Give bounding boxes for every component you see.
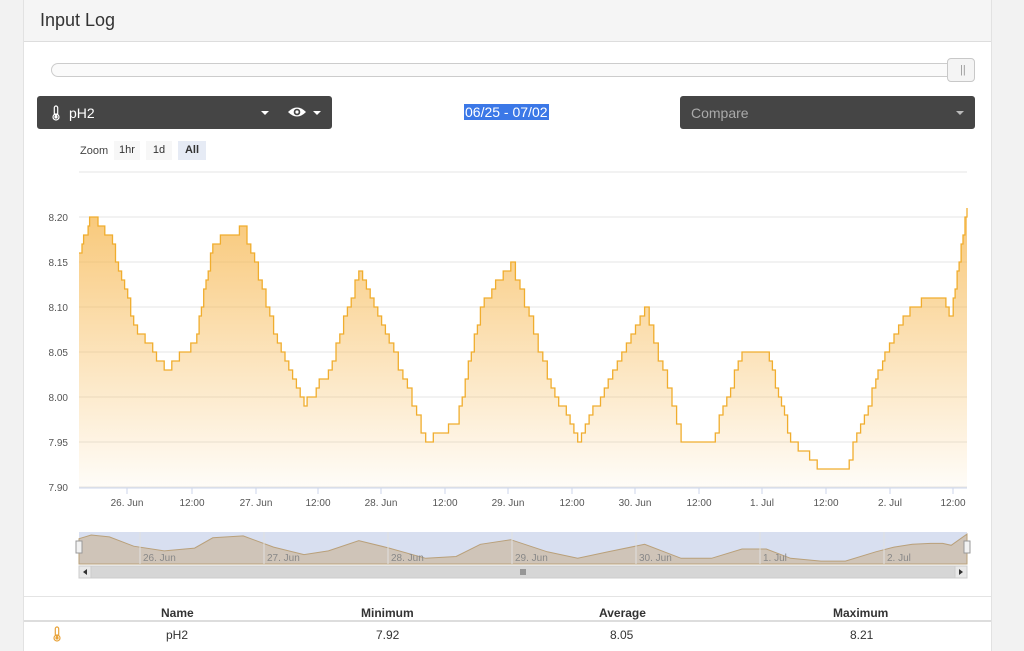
chevron-down-icon — [956, 111, 964, 115]
navigator-label: 2. Jul — [887, 553, 911, 564]
x-tick-label: 27. Jun — [240, 498, 273, 509]
col-header-name: Name — [161, 606, 194, 620]
navigator-label: 1. Jul — [763, 553, 787, 564]
date-range-slider-handle[interactable]: || — [947, 58, 975, 82]
grip-icon: || — [960, 64, 966, 76]
date-range-label[interactable]: 06/25 - 07/02 — [464, 104, 549, 120]
x-tick-label: 12:00 — [432, 498, 457, 509]
x-tick-label: 12:00 — [305, 498, 330, 509]
x-tick-label: 12:00 — [559, 498, 584, 509]
y-tick-label: 7.90 — [49, 483, 69, 494]
compare-placeholder: Compare — [691, 105, 749, 121]
thermometer-icon — [52, 105, 60, 121]
x-tick-label: 12:00 — [179, 498, 204, 509]
y-tick-label: 8.20 — [49, 213, 69, 224]
x-tick-label: 2. Jul — [878, 498, 902, 509]
y-tick-label: 8.15 — [49, 258, 69, 269]
col-header-maximum: Maximum — [833, 606, 889, 620]
panel-header: Input Log — [24, 0, 991, 42]
chevron-down-icon — [261, 111, 269, 115]
x-tick-label: 1. Jul — [750, 498, 774, 509]
zoom-1hr-button[interactable]: 1hr — [114, 141, 140, 160]
row-name: pH2 — [166, 628, 189, 642]
x-tick-label: 30. Jun — [619, 498, 652, 509]
input-log-panel: Input Log || pH2 06/25 - 07/02 Compare Z… — [23, 0, 992, 651]
row-average: 8.05 — [610, 628, 634, 642]
date-range-slider-track[interactable] — [51, 63, 975, 77]
navigator-label: 30. Jun — [639, 553, 672, 564]
compare-dropdown[interactable]: Compare — [680, 96, 975, 129]
zoom-all-button[interactable]: All — [178, 141, 206, 160]
table-header-separator — [24, 620, 991, 622]
zoom-1d-button[interactable]: 1d — [146, 141, 172, 160]
col-header-average: Average — [599, 606, 646, 620]
zoom-label: Zoom — [80, 145, 109, 157]
y-tick-label: 8.10 — [49, 303, 69, 314]
navigator-handle-left — [75, 540, 83, 554]
input-select-dropdown[interactable]: pH2 — [37, 96, 332, 129]
page-title: Input Log — [40, 10, 116, 30]
x-tick-label: 12:00 — [940, 498, 965, 509]
y-tick-label: 8.00 — [49, 393, 69, 404]
ph-chart[interactable]: 8.20 8.15 8.10 8.05 8.00 7.95 7.90 26. Jun 12:00… — [24, 165, 991, 515]
x-tick-label: 26. Jun — [111, 498, 144, 509]
col-header-minimum: Minimum — [361, 606, 414, 620]
row-maximum: 8.21 — [850, 628, 874, 642]
chart-navigator[interactable]: 26. Jun 27. Jun 28. Jun 29. Jun 30. Jun 1. Ju… — [24, 530, 991, 582]
navigator-handle-right — [963, 540, 971, 554]
navigator-label: 26. Jun — [143, 553, 176, 564]
row-minimum: 7.92 — [376, 628, 400, 642]
visibility-chevron-down-icon — [313, 111, 321, 115]
eye-icon[interactable] — [287, 102, 307, 127]
y-tick-label: 8.05 — [49, 348, 69, 359]
x-tick-label: 28. Jun — [365, 498, 398, 509]
navigator-label: 29. Jun — [515, 553, 548, 564]
thermometer-icon — [53, 626, 61, 642]
x-tick-label: 12:00 — [813, 498, 838, 509]
navigator-label: 27. Jun — [267, 553, 300, 564]
table-top-border — [24, 596, 991, 597]
x-tick-label: 29. Jun — [492, 498, 525, 509]
navigator-label: 28. Jun — [391, 553, 424, 564]
y-tick-label: 7.95 — [49, 438, 69, 449]
input-select-label: pH2 — [69, 105, 95, 121]
x-tick-label: 12:00 — [686, 498, 711, 509]
